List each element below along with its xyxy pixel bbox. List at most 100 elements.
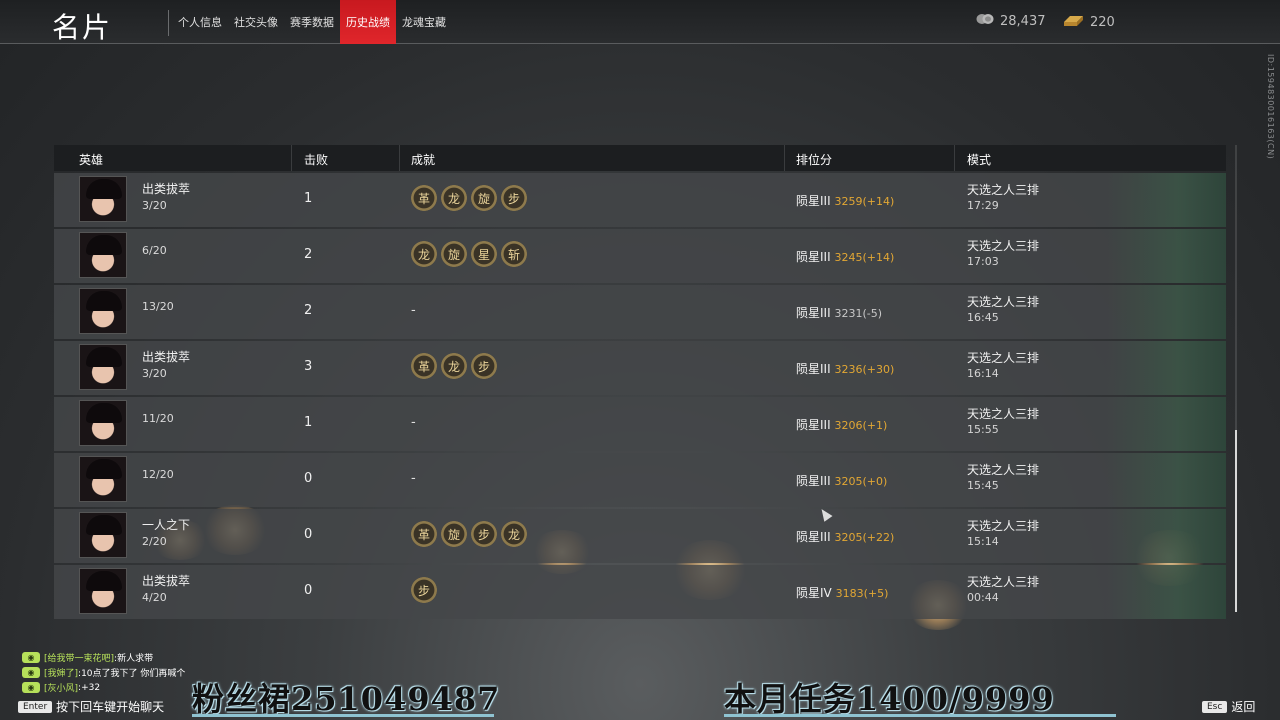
rank-tier: 陨星III [796, 530, 831, 544]
match-time: 15:14 [967, 535, 999, 548]
rank-points: 3205(+0) [834, 475, 888, 488]
achievement-badge-icon[interactable]: 旋 [471, 185, 497, 211]
table-row[interactable]: 出类拔萃 3/20 3 革龙步 陨星III 3236(+30) 天选之人三排 16:14 [54, 341, 1226, 395]
achievement-badge-icon[interactable]: 龙 [411, 241, 437, 267]
chat-sender: [灰小风] [44, 684, 79, 694]
tab-4[interactable]: 龙魂宝藏 [396, 0, 452, 44]
kills-value: 2 [304, 303, 313, 318]
chat-input-hint[interactable]: Enter 按下回车键开始聊天 [18, 698, 164, 715]
tab-0[interactable]: 个人信息 [172, 0, 228, 44]
achievement-badge-icon[interactable]: 步 [471, 521, 497, 547]
rank-tier: 陨星III [796, 474, 831, 488]
col-rank-score: 排位分 [796, 153, 833, 167]
placement: 13/20 [142, 300, 174, 313]
kills-value: 3 [304, 359, 313, 374]
placement: 2/20 [142, 535, 167, 548]
achievement-badge-icon[interactable]: 龙 [441, 185, 467, 211]
rank-points: 3259(+14) [834, 195, 895, 208]
match-time: 00:44 [967, 591, 999, 604]
achievement-badge-icon[interactable]: 旋 [441, 521, 467, 547]
player-id: ID:1594830016163(CN) [1266, 54, 1275, 160]
no-achievement: - [411, 303, 416, 318]
placement-title: 出类拔萃 [142, 350, 191, 364]
gold-counter: 220 [1062, 13, 1115, 31]
back-button[interactable]: Esc 返回 [1202, 698, 1255, 715]
rank-score: 陨星III 3205(+22) [796, 528, 894, 545]
achievement-badge-icon[interactable]: 旋 [441, 241, 467, 267]
game-mode: 天选之人三排 [967, 407, 1040, 421]
match-time: 16:14 [967, 367, 999, 380]
top-bar: 名片 个人信息 社交头像 赛季数据 历史战绩 龙魂宝藏 28,437 220 [0, 0, 1280, 44]
rank-score: 陨星III 3236(+30) [796, 360, 894, 377]
placement-title: 出类拔萃 [142, 574, 191, 588]
chat-text: :10点了我下了 你们再喊个 [78, 669, 186, 679]
achievement-badge-icon[interactable]: 革 [411, 521, 437, 547]
page-title: 名片 [52, 11, 113, 44]
col-hero: 英雄 [79, 153, 104, 167]
chat-message: ◉ [灰小风]:+32 [22, 680, 185, 695]
rank-tier: 陨星III [796, 418, 831, 432]
rank-tier: 陨星IV [796, 586, 832, 600]
col-kills: 击败 [304, 153, 329, 167]
hero-avatar [79, 288, 127, 334]
rank-points: 3206(+1) [834, 419, 888, 432]
tab-1[interactable]: 社交头像 [228, 0, 284, 44]
rank-score: 陨星III 3206(+1) [796, 416, 887, 433]
achievement-badge-icon[interactable]: 步 [471, 353, 497, 379]
hero-avatar [79, 400, 127, 446]
table-row[interactable]: 11/20 1 - 陨星III 3206(+1) 天选之人三排 15:55 [54, 397, 1226, 451]
game-mode: 天选之人三排 [967, 519, 1040, 533]
coins-icon [976, 13, 994, 29]
rank-score: 陨星III 3205(+0) [796, 472, 887, 489]
placement-title: 出类拔萃 [142, 182, 191, 196]
gold-value: 220 [1090, 14, 1115, 30]
table-row[interactable]: 一人之下 2/20 0 革旋步龙 陨星III 3205(+22) 天选之人三排 15:14 [54, 509, 1226, 563]
tab-2[interactable]: 赛季数据 [284, 0, 340, 44]
match-history-table: 英雄 击败 成就 排位分 模式 出类拔萃 3/20 1 革龙旋步陨星III 3259(… [54, 145, 1226, 619]
rank-score: 陨星IV 3183(+5) [796, 584, 888, 601]
col-separator [784, 145, 785, 171]
hero-avatar [79, 344, 127, 390]
placement: 12/20 [142, 468, 174, 481]
rank-score: 陨星III 3259(+14) [796, 192, 894, 209]
achievement-badge-icon[interactable]: 龙 [441, 353, 467, 379]
hero-avatar [79, 568, 127, 614]
hero-avatar [79, 232, 127, 278]
kills-value: 2 [304, 247, 313, 262]
tab-3[interactable]: 历史战绩 [340, 0, 396, 44]
match-time: 17:29 [967, 199, 999, 212]
achievement-badge-icon[interactable]: 龙 [501, 521, 527, 547]
table-row[interactable]: 13/20 2 - 陨星III 3231(-5) 天选之人三排 16:45 [54, 285, 1226, 339]
achievement-badge-icon[interactable]: 步 [501, 185, 527, 211]
table-row[interactable]: 6/20 2 龙旋星斩 陨星III 3245(+14) 天选之人三排 17:03 [54, 229, 1226, 283]
coins-counter: 28,437 [976, 13, 1046, 29]
achievement-badge-icon[interactable]: 斩 [501, 241, 527, 267]
achievement-list: 龙旋星斩 [411, 241, 527, 267]
kills-value: 0 [304, 527, 313, 542]
rank-points: 3245(+14) [834, 251, 895, 264]
achievement-badge-icon[interactable]: 革 [411, 353, 437, 379]
back-label: 返回 [1231, 700, 1256, 714]
achievement-badge-icon[interactable]: 步 [411, 577, 437, 603]
achievement-badge-icon[interactable]: 革 [411, 185, 437, 211]
placement: 4/20 [142, 591, 167, 604]
table-row[interactable]: 出类拔萃 4/20 0 步 陨星IV 3183(+5) 天选之人三排 00:44 [54, 565, 1226, 619]
esc-key: Esc [1202, 700, 1228, 713]
scrollbar-thumb[interactable] [1235, 430, 1237, 612]
rank-tier: 陨星III [796, 306, 831, 320]
hero-avatar [79, 176, 127, 222]
rank-tier: 陨星III [796, 194, 831, 208]
achievement-list: 革龙旋步 [411, 185, 527, 211]
match-time: 15:55 [967, 423, 999, 436]
match-time: 15:45 [967, 479, 999, 492]
chat-message: ◉ [我婶了]:10点了我下了 你们再喊个 [22, 665, 185, 680]
table-row[interactable]: 12/20 0 - 陨星III 3205(+0) 天选之人三排 15:45 [54, 453, 1226, 507]
team-chat-icon: ◉ [22, 652, 40, 663]
gold-ingot-icon [1062, 13, 1084, 31]
achievement-badge-icon[interactable]: 星 [471, 241, 497, 267]
table-row[interactable]: 出类拔萃 3/20 1 革龙旋步 陨星III 3259(+14) 天选之人三排 17:29 [54, 173, 1226, 227]
enter-key: Enter [18, 700, 53, 713]
kills-value: 0 [304, 471, 313, 486]
game-mode: 天选之人三排 [967, 463, 1040, 477]
rank-score: 陨星III 3245(+14) [796, 248, 894, 265]
